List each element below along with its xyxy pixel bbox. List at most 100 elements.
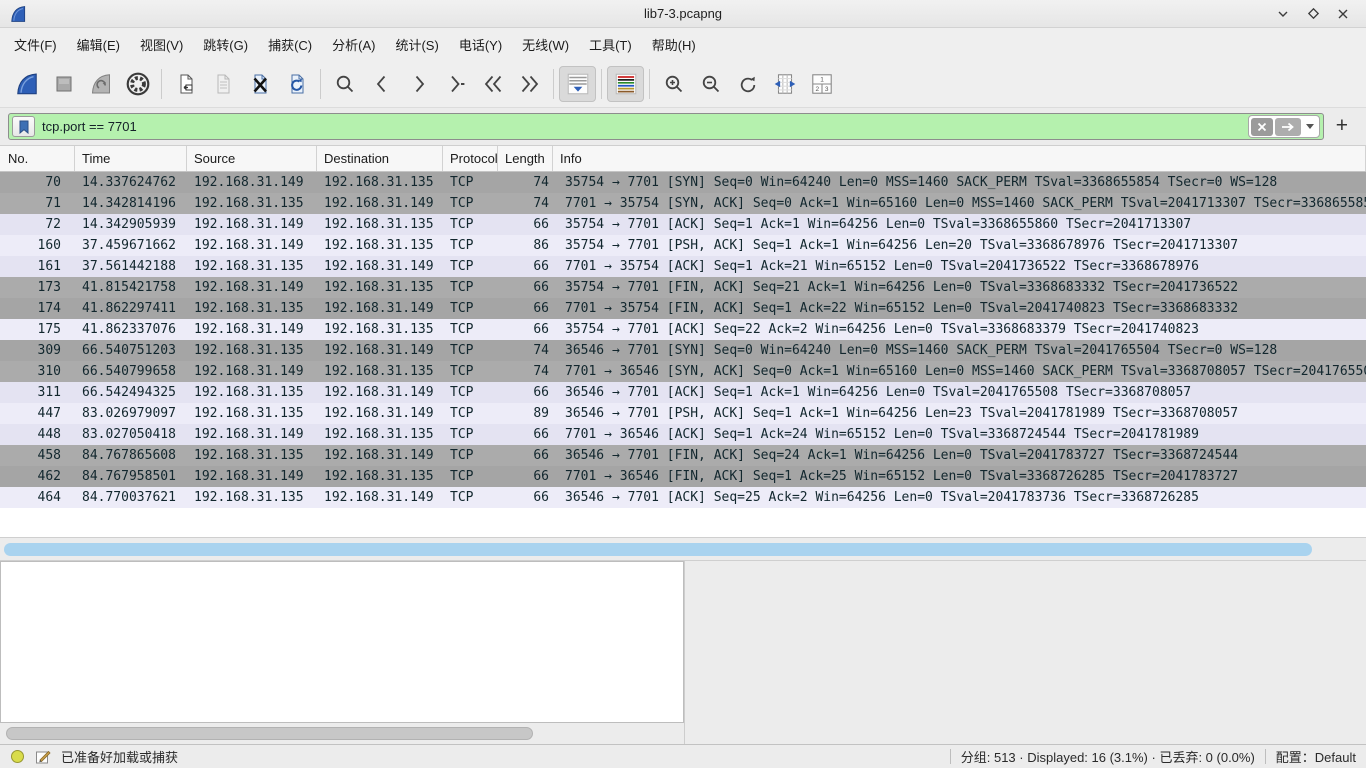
packet-cell-protocol: TCP [443,172,498,193]
packet-cell-time: 14.342814196 [75,193,187,214]
status-separator [950,749,951,764]
packet-row[interactable]: 31066.540799658192.168.31.149192.168.31.… [0,361,1366,382]
close-file-icon [248,72,272,96]
packet-cell-info: 35754 → 7701 [SYN] Seq=0 Win=64240 Len=0… [553,172,1366,193]
next-packet-button[interactable] [400,66,437,102]
filter-add-button[interactable]: + [1324,116,1358,138]
zoom-in-icon [662,72,686,96]
reload-file-button[interactable] [278,66,315,102]
filter-apply-button[interactable] [1275,118,1301,136]
column-header-source[interactable]: Source [187,146,317,171]
packet-list-empty-area [0,508,1366,537]
details-hscrollbar-thumb[interactable] [6,727,533,740]
details-hscrollbar[interactable] [0,723,684,744]
menu-view[interactable]: 视图(V) [130,30,193,59]
find-packet-button[interactable] [326,66,363,102]
previous-packet-button[interactable] [363,66,400,102]
menu-file[interactable]: 文件(F) [4,30,67,59]
packet-cell-source: 192.168.31.149 [187,172,317,193]
packet-row[interactable]: 44783.026979097192.168.31.135192.168.31.… [0,403,1366,424]
packet-cell-source: 192.168.31.135 [187,193,317,214]
packet-row[interactable]: 44883.027050418192.168.31.149192.168.31.… [0,424,1366,445]
packet-cell-no: 160 [0,235,75,256]
column-header-length[interactable]: Length [498,146,553,171]
start-capture-button[interactable] [8,66,45,102]
packet-bytes-pane[interactable] [684,561,1366,744]
packet-cell-time: 37.561442188 [75,256,187,277]
packet-row[interactable]: 46284.767958501192.168.31.149192.168.31.… [0,466,1366,487]
packet-row[interactable]: 17541.862337076192.168.31.149192.168.31.… [0,319,1366,340]
menu-telephony[interactable]: 电话(Y) [449,30,512,59]
display-filter-field[interactable] [8,113,1324,140]
profile-text[interactable]: 配置：Default [1276,747,1356,766]
column-header-info[interactable]: Info [553,146,1366,171]
packet-row[interactable]: 16137.561442188192.168.31.135192.168.31.… [0,256,1366,277]
column-header-protocol[interactable]: Protocol [443,146,498,171]
capture-options-button[interactable] [119,66,156,102]
menu-edit[interactable]: 编辑(E) [67,30,130,59]
restart-capture-button[interactable] [82,66,119,102]
packet-cell-protocol: TCP [443,277,498,298]
packet-row[interactable]: 45884.767865608192.168.31.135192.168.31.… [0,445,1366,466]
save-file-button[interactable] [204,66,241,102]
packet-list-hscrollbar[interactable] [0,537,1366,561]
packet-cell-time: 14.337624762 [75,172,187,193]
goto-packet-button[interactable] [437,66,474,102]
filter-clear-button[interactable] [1251,118,1273,136]
packet-cell-source: 192.168.31.135 [187,298,317,319]
menu-analyze[interactable]: 分析(A) [322,30,385,59]
packet-cell-source: 192.168.31.149 [187,424,317,445]
packet-cell-destination: 192.168.31.149 [317,487,443,508]
packet-row[interactable]: 7014.337624762192.168.31.149192.168.31.1… [0,172,1366,193]
auto-scroll-toggle[interactable] [559,66,596,102]
packet-row[interactable]: 17341.815421758192.168.31.149192.168.31.… [0,277,1366,298]
menu-wireless[interactable]: 无线(W) [512,30,579,59]
open-file-button[interactable] [167,66,204,102]
packet-row[interactable]: 31166.542494325192.168.31.135192.168.31.… [0,382,1366,403]
packet-row[interactable]: 7114.342814196192.168.31.135192.168.31.1… [0,193,1366,214]
menu-go[interactable]: 跳转(G) [193,30,258,59]
minimize-button[interactable] [1272,4,1294,24]
expert-info-icon[interactable] [10,749,25,764]
capture-comment-icon[interactable] [35,749,51,765]
filter-bookmark-button[interactable] [12,116,35,137]
menu-capture[interactable]: 捕获(C) [258,30,322,59]
packet-cell-source: 192.168.31.135 [187,445,317,466]
packet-cell-info: 36546 → 7701 [FIN, ACK] Seq=24 Ack=1 Win… [553,445,1366,466]
packet-row[interactable]: 46484.770037621192.168.31.135192.168.31.… [0,487,1366,508]
zoom-in-button[interactable] [655,66,692,102]
display-filter-input[interactable] [35,119,1248,134]
hscrollbar-thumb[interactable] [4,543,1312,556]
restart-fin-icon [89,72,113,96]
packet-cell-source: 192.168.31.149 [187,214,317,235]
resize-columns-button[interactable] [766,66,803,102]
packet-row[interactable]: 17441.862297411192.168.31.135192.168.31.… [0,298,1366,319]
packet-row[interactable]: 16037.459671662192.168.31.149192.168.31.… [0,235,1366,256]
column-header-time[interactable]: Time [75,146,187,171]
zoom-out-button[interactable] [692,66,729,102]
layout-button[interactable]: 123 [803,66,840,102]
colorize-toggle[interactable] [607,66,644,102]
packet-list-header: No. Time Source Destination Protocol Len… [0,146,1366,172]
first-packet-button[interactable] [474,66,511,102]
column-header-destination[interactable]: Destination [317,146,443,171]
packet-cell-length: 66 [498,445,553,466]
menu-tools[interactable]: 工具(T) [579,30,642,59]
packet-cell-time: 83.027050418 [75,424,187,445]
column-header-no[interactable]: No. [0,146,75,171]
clear-x-icon [1257,122,1267,132]
packet-row[interactable]: 30966.540751203192.168.31.135192.168.31.… [0,340,1366,361]
menu-help[interactable]: 帮助(H) [642,30,706,59]
close-file-button[interactable] [241,66,278,102]
maximize-button[interactable] [1302,4,1324,24]
close-icon[interactable] [1332,4,1354,24]
packet-cell-length: 66 [498,319,553,340]
stop-capture-button[interactable] [45,66,82,102]
filter-history-dropdown[interactable] [1303,118,1317,136]
packet-details-pane[interactable] [0,561,684,723]
menu-statistics[interactable]: 统计(S) [385,30,448,59]
last-packet-button[interactable] [511,66,548,102]
zoom-reset-button[interactable] [729,66,766,102]
packet-cell-info: 36546 → 7701 [ACK] Seq=1 Ack=1 Win=64256… [553,382,1366,403]
packet-row[interactable]: 7214.342905939192.168.31.149192.168.31.1… [0,214,1366,235]
